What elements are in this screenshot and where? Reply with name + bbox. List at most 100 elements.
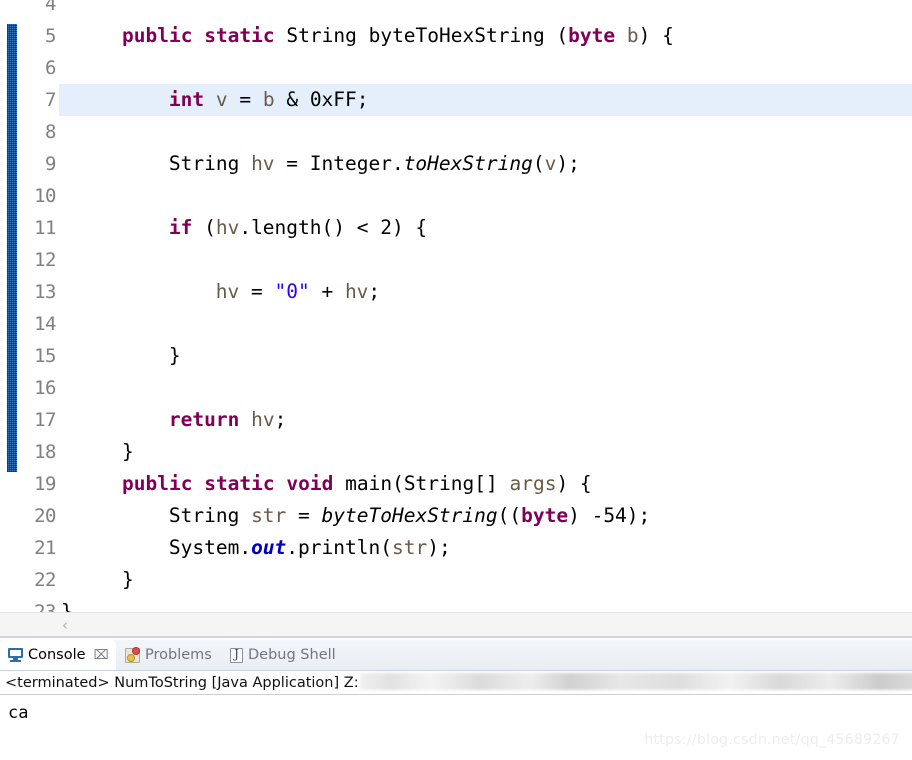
token-localvar: b: [262, 88, 275, 111]
debug-shell-badge: J: [234, 646, 239, 661]
code-line-11[interactable]: if (hv.length() < 2) {: [59, 212, 912, 244]
console-view: Console ⌧ Problems J Debug Shell <termin…: [0, 640, 912, 760]
launch-path-prefix: Z:: [343, 675, 359, 691]
scroll-left-chevron-icon[interactable]: ‹: [62, 617, 68, 633]
token-plain: }: [122, 440, 134, 463]
token-kw: if: [168, 216, 193, 239]
code-line-6[interactable]: [59, 52, 912, 84]
token-plain: System.: [168, 536, 252, 559]
tab-console-label: Console: [28, 647, 86, 663]
tab-console[interactable]: Console ⌧: [0, 640, 116, 670]
code-line-20[interactable]: String str = byteToHexString((byte) -54)…: [59, 500, 912, 532]
annotation-ruler[interactable]: [0, 0, 20, 638]
token-kw: int: [168, 88, 205, 111]
launch-state: <terminated>: [5, 675, 110, 691]
line-number-4: 4: [45, 0, 56, 15]
code-line-8[interactable]: [59, 116, 912, 148]
close-icon[interactable]: ⌧: [94, 648, 109, 663]
line-number-6: 6: [45, 57, 56, 79]
tab-debug-shell[interactable]: J Debug Shell: [222, 640, 343, 670]
code-line-22[interactable]: }: [59, 564, 912, 596]
editor-horizontal-scrollbar[interactable]: ‹: [0, 612, 912, 638]
line-number-12: 12: [34, 249, 56, 271]
tab-problems-label: Problems: [145, 647, 212, 663]
code-line-16[interactable]: [59, 372, 912, 404]
code-line-14[interactable]: [59, 308, 912, 340]
token-plain: +: [309, 280, 345, 303]
token-plain: String: [168, 152, 252, 175]
line-number-gutter[interactable]: 4567891011121314151617181920212223: [20, 0, 59, 638]
token-localvar: hv: [251, 152, 275, 175]
code-line-10[interactable]: [59, 180, 912, 212]
token-localvar: str: [251, 504, 287, 527]
token-plain: );: [556, 152, 580, 175]
token-plain: main(String[]: [333, 472, 510, 495]
token-localvar: args: [509, 472, 557, 495]
token-plain: ;: [274, 408, 287, 431]
launch-configuration-name: NumToString: [114, 675, 207, 691]
token-plain: = Integer.: [274, 152, 404, 175]
token-plain: ((: [497, 504, 522, 527]
token-stmeth: byteToHexString: [321, 504, 498, 527]
code-line-18[interactable]: }: [59, 436, 912, 468]
token-plain: }: [122, 568, 134, 591]
line-number-16: 16: [34, 377, 56, 399]
token-localvar: hv: [251, 408, 275, 431]
token-plain: ) {: [556, 472, 592, 495]
token-str: "0": [274, 280, 310, 303]
line-number-20: 20: [34, 505, 56, 527]
token-plain: ) {: [638, 24, 674, 47]
code-line-5[interactable]: public static String byteToHexString (by…: [59, 20, 912, 52]
code-line-19[interactable]: public static void main(String[] args) {: [59, 468, 912, 500]
launch-status-line: <terminated> NumToString [Java Applicati…: [0, 671, 912, 695]
line-number-22: 22: [34, 569, 56, 591]
code-line-17[interactable]: return hv;: [59, 404, 912, 436]
line-number-19: 19: [34, 473, 56, 495]
token-plain: }: [168, 344, 181, 367]
token-localvar: str: [391, 536, 428, 559]
token-kw: return: [168, 408, 240, 431]
token-kw: static: [204, 472, 275, 495]
line-number-5: 5: [45, 25, 56, 47]
token-kw: byte: [568, 24, 616, 47]
code-line-12[interactable]: [59, 244, 912, 276]
token-stmeth: toHexString: [403, 152, 533, 175]
line-number-11: 11: [34, 217, 56, 239]
code-line-7[interactable]: int v = b & 0xFF;: [59, 84, 912, 116]
editor-bottom-edge: [0, 636, 912, 638]
console-icon: [8, 648, 23, 662]
tab-debug-shell-label: Debug Shell: [248, 647, 336, 663]
code-line-4[interactable]: [59, 0, 912, 20]
token-plain: );: [427, 536, 451, 559]
line-number-15: 15: [34, 345, 56, 367]
code-line-21[interactable]: System.out.println(str);: [59, 532, 912, 564]
token-plain: & 0xFF;: [274, 88, 369, 111]
code-area[interactable]: public static String byteToHexString (by…: [59, 0, 912, 638]
watermark: https://blog.csdn.net/qq_45689267: [644, 732, 900, 748]
token-plain: =: [286, 504, 322, 527]
token-localvar: v: [544, 152, 557, 175]
line-number-13: 13: [34, 281, 56, 303]
token-kw: public: [122, 472, 193, 495]
java-source-editor[interactable]: 4567891011121314151617181920212223 publi…: [0, 0, 912, 638]
debug-shell-icon: J: [230, 646, 243, 663]
tab-problems[interactable]: Problems: [117, 640, 219, 670]
problems-icon: [125, 646, 140, 663]
code-line-9[interactable]: String hv = Integer.toHexString(v);: [59, 148, 912, 180]
token-plain: String byteToHexString (: [286, 24, 569, 47]
token-kw: byte: [521, 504, 569, 527]
token-plain: =: [227, 88, 263, 111]
line-number-18: 18: [34, 441, 56, 463]
token-localvar: v: [215, 88, 228, 111]
token-localvar: hv: [215, 280, 240, 303]
token-plain: .println(: [286, 536, 392, 559]
console-output-text[interactable]: ca: [0, 696, 912, 760]
code-line-13[interactable]: hv = "0" + hv;: [59, 276, 912, 308]
code-line-15[interactable]: }: [59, 340, 912, 372]
